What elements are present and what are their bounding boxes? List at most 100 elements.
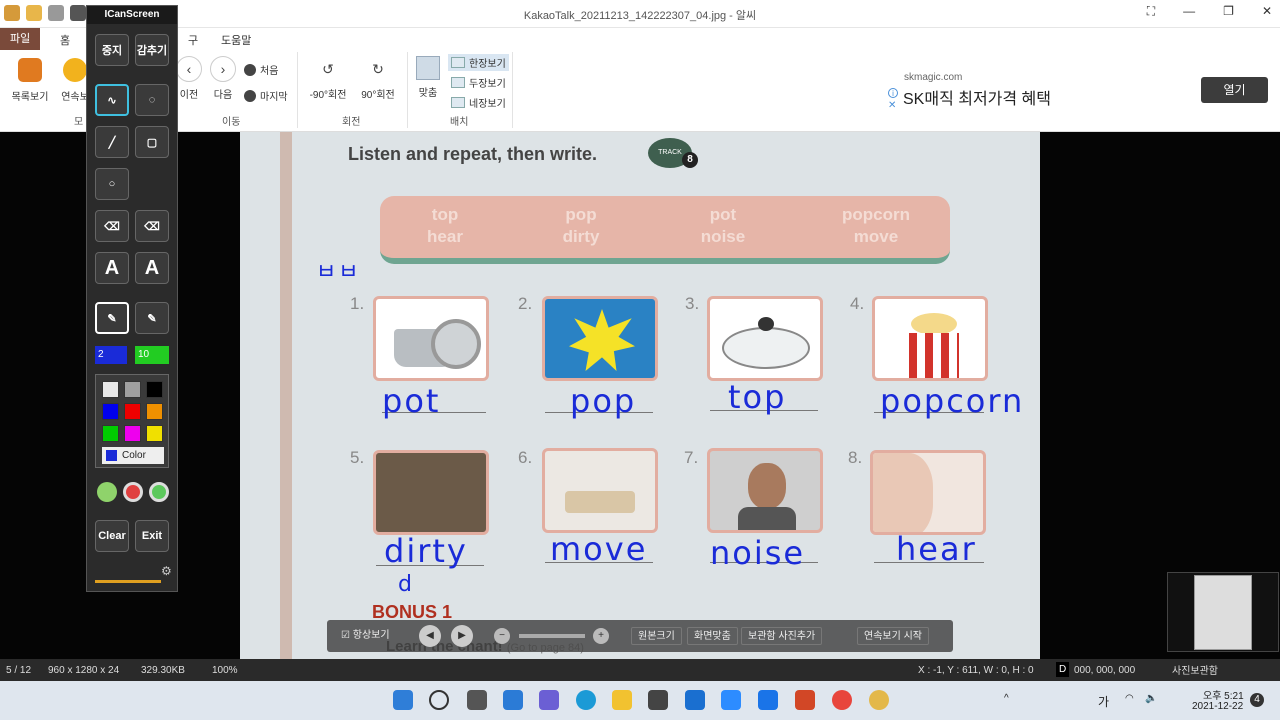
- fullscreen-icon[interactable]: ⛶: [1147, 4, 1155, 19]
- chat-icon[interactable]: [539, 690, 559, 710]
- alsee-icon[interactable]: [869, 690, 889, 710]
- prev-image-icon[interactable]: ◀: [419, 625, 441, 647]
- color-swatch[interactable]: [124, 425, 141, 442]
- thumbnail-preview[interactable]: [1167, 572, 1279, 652]
- clear-button[interactable]: Clear: [95, 520, 129, 552]
- dirty-dishes-picture: [373, 450, 489, 535]
- single-view-option[interactable]: 한장보기: [448, 54, 509, 71]
- color-swatch[interactable]: [124, 381, 141, 398]
- highlighter-icon[interactable]: ✎: [135, 302, 169, 334]
- freehand-pen-icon[interactable]: ∿: [95, 84, 129, 116]
- menu-home[interactable]: 홈: [60, 32, 70, 48]
- ad-headline[interactable]: SK매직 최저가격 혜택: [903, 85, 1051, 109]
- store-icon[interactable]: [648, 690, 668, 710]
- slideshow-start-button[interactable]: 연속보기 시작: [857, 627, 929, 645]
- next-button[interactable]: › 다음: [210, 56, 236, 101]
- text-icon[interactable]: A: [95, 252, 129, 284]
- file-explorer-icon[interactable]: [612, 690, 632, 710]
- chrome-icon[interactable]: [832, 690, 852, 710]
- color-swatch[interactable]: [102, 381, 119, 398]
- mail-icon[interactable]: [685, 690, 705, 710]
- ad-open-button[interactable]: 열기: [1201, 77, 1268, 103]
- image-viewer[interactable]: Listen and repeat, then write. TRACK 8 to…: [0, 132, 1280, 705]
- double-view-option[interactable]: 두장보기: [451, 75, 506, 90]
- start-icon[interactable]: [393, 690, 413, 710]
- dashed-circle-icon[interactable]: ◌: [135, 84, 169, 116]
- ime-indicator[interactable]: 가: [1098, 693, 1109, 710]
- lid-picture: [707, 296, 823, 381]
- phone-link-icon[interactable]: [758, 690, 778, 710]
- info-icon[interactable]: i: [888, 88, 898, 98]
- add-to-album-button[interactable]: 보관함 사진추가: [741, 627, 823, 645]
- color-swatch[interactable]: [146, 425, 163, 442]
- pause-icon[interactable]: [97, 482, 117, 502]
- search-icon[interactable]: [429, 690, 449, 710]
- pen-icon[interactable]: ✎: [95, 302, 129, 334]
- chevron-left-icon: ‹: [176, 56, 202, 82]
- volume-icon[interactable]: 🔈: [1145, 693, 1157, 704]
- task-view-icon[interactable]: [467, 690, 487, 710]
- original-size-button[interactable]: 원본크기: [631, 627, 682, 645]
- hide-button[interactable]: 감추기: [135, 34, 169, 66]
- close-ad-icon[interactable]: ✕: [888, 100, 896, 111]
- menu-help[interactable]: 도움말: [221, 32, 251, 48]
- prev-button[interactable]: ‹ 이전: [176, 56, 202, 101]
- album-button[interactable]: 사진보관함: [1172, 662, 1218, 677]
- color-value: 000, 000, 000: [1074, 665, 1136, 676]
- zoom-in-icon[interactable]: +: [593, 628, 609, 644]
- color-swatch[interactable]: [146, 381, 163, 398]
- notification-badge[interactable]: 4: [1250, 693, 1264, 707]
- record-icon[interactable]: [123, 482, 143, 502]
- edge-icon[interactable]: [576, 690, 596, 710]
- rotate-left-button[interactable]: ↺ -90°회전: [306, 56, 350, 102]
- zoom-out-icon[interactable]: −: [494, 628, 510, 644]
- clock-date[interactable]: 2021-12-22: [1192, 701, 1243, 712]
- rotate-right-button[interactable]: ↻ 90°회전: [358, 56, 398, 102]
- powerpoint-icon[interactable]: [795, 690, 815, 710]
- line-icon[interactable]: ╱: [95, 126, 129, 158]
- tray-overflow-icon[interactable]: ^: [1004, 693, 1009, 704]
- zoom-slider[interactable]: [519, 634, 585, 638]
- close-button[interactable]: ✕: [1262, 4, 1272, 19]
- minimize-button[interactable]: —: [1183, 4, 1195, 19]
- menu-tools[interactable]: 구: [188, 32, 198, 48]
- clock-time[interactable]: 오후 5:21: [1203, 687, 1244, 702]
- color-picker-button[interactable]: Color: [102, 447, 164, 464]
- exit-button[interactable]: Exit: [135, 520, 169, 552]
- text-style-icon[interactable]: A: [135, 252, 169, 284]
- fit-button[interactable]: 맞춤: [414, 56, 442, 99]
- color-swatch[interactable]: [124, 403, 141, 420]
- marker-size-select[interactable]: 10: [135, 346, 169, 364]
- track-badge: TRACK 8: [648, 138, 698, 168]
- color-swatch[interactable]: [102, 425, 119, 442]
- zoom-icon[interactable]: [721, 690, 741, 710]
- capture-icon[interactable]: [149, 482, 169, 502]
- eraser-icon[interactable]: ⌫: [95, 210, 129, 242]
- settings-icon[interactable]: ⚙: [161, 564, 172, 578]
- widgets-icon[interactable]: [503, 690, 523, 710]
- eraser-alt-icon[interactable]: ⌫: [135, 210, 169, 242]
- ad-banner[interactable]: i ✕ skmagic.com SK매직 최저가격 혜택 열기: [886, 66, 1278, 114]
- pen-size-select[interactable]: 2: [95, 346, 127, 364]
- rectangle-icon[interactable]: ▢: [135, 126, 169, 158]
- chevron-right-icon: ›: [210, 56, 236, 82]
- list-view-button[interactable]: 목록보기: [8, 58, 52, 103]
- last-icon: [244, 89, 256, 102]
- always-view-toggle[interactable]: ☑ 항상보기: [335, 627, 396, 645]
- last-button[interactable]: 마지막: [244, 88, 288, 103]
- pop-picture: [542, 296, 658, 381]
- color-swatch[interactable]: [102, 403, 119, 420]
- menu-file[interactable]: 파일: [0, 28, 41, 50]
- first-button[interactable]: 처음: [244, 62, 278, 77]
- image-index: 5 / 12: [6, 665, 32, 676]
- opacity-slider[interactable]: [95, 580, 161, 583]
- wifi-icon[interactable]: ◠: [1125, 693, 1134, 704]
- next-image-icon[interactable]: ▶: [451, 625, 473, 647]
- popcorn-picture: [872, 296, 988, 381]
- quad-view-option[interactable]: 네장보기: [451, 95, 506, 110]
- restore-button[interactable]: ❐: [1223, 4, 1234, 19]
- stop-button[interactable]: 중지: [95, 34, 129, 66]
- fit-screen-button[interactable]: 화면맞춤: [687, 627, 738, 645]
- circle-icon[interactable]: ○: [95, 168, 129, 200]
- color-swatch[interactable]: [146, 403, 163, 420]
